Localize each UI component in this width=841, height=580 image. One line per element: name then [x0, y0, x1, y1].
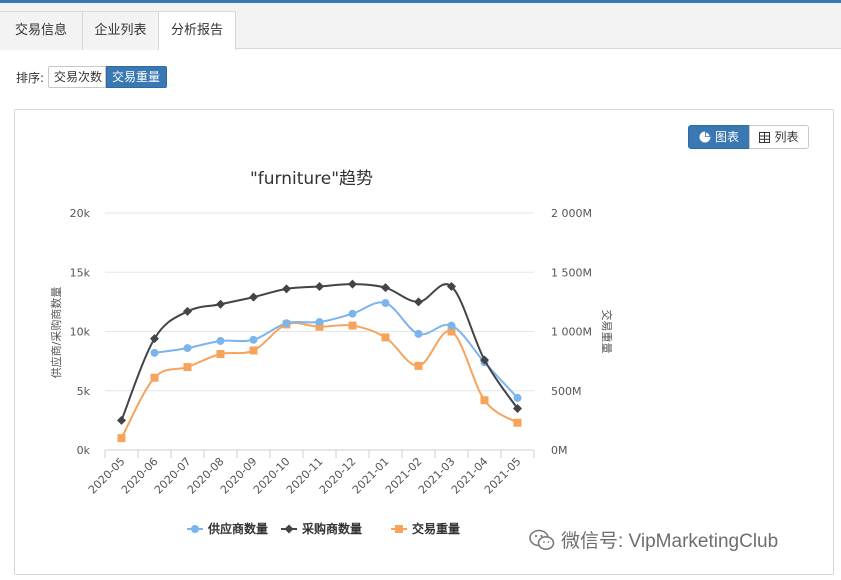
trend-chart: "furniture"趋势 0k 0M 5k 500M 10k 1 000M 15k 1 500…: [49, 169, 614, 536]
data-point: [348, 321, 357, 330]
chart-title: "furniture"趋势: [250, 169, 373, 189]
data-point: [348, 309, 357, 318]
y-left-tick-label: 20k: [70, 207, 91, 220]
data-point: [117, 434, 126, 443]
data-point: [414, 297, 423, 307]
data-point: [381, 283, 390, 293]
y-right-tick-label: 0M: [551, 444, 568, 457]
data-point: [513, 418, 522, 427]
series-line: [120, 322, 519, 439]
series-line: [120, 283, 519, 421]
y-left-tick-label: 0k: [77, 444, 91, 457]
data-point: [381, 299, 390, 308]
y-left-tick-label: 15k: [70, 266, 91, 279]
data-point: [249, 346, 258, 355]
data-point: [249, 292, 258, 302]
data-point: [216, 299, 225, 309]
y-left-axis-title: 供应商/采购商数量: [49, 287, 63, 379]
data-point: [183, 306, 192, 316]
y-right-tick-label: 500M: [551, 385, 582, 398]
data-point: [183, 363, 192, 372]
y-right-tick-label: 1 500M: [551, 266, 592, 279]
legend-label: 供应商数量: [207, 521, 268, 536]
data-point: [117, 415, 126, 425]
data-point: [414, 361, 423, 370]
data-point: [315, 281, 324, 291]
wechat-icon: [529, 529, 555, 550]
legend-label: 交易重量: [412, 521, 460, 536]
y-left-tick-label: 5k: [77, 385, 91, 398]
data-point: [282, 319, 291, 328]
watermark: 微信号: VipMarketingClub: [529, 526, 778, 553]
data-point: [447, 321, 456, 330]
data-point: [216, 350, 225, 359]
data-point: [216, 336, 225, 345]
legend-marker: [191, 525, 199, 533]
data-point: [381, 333, 390, 342]
data-point: [150, 373, 159, 382]
data-point: [348, 279, 357, 289]
watermark-text: 微信号: VipMarketingClub: [561, 531, 779, 552]
data-point: [513, 393, 522, 402]
data-point: [315, 318, 324, 327]
data-point: [414, 329, 423, 338]
data-point: [150, 348, 159, 357]
legend-marker: [395, 525, 403, 533]
y-right-axis-title: 交易重量: [600, 310, 614, 354]
x-tick-label: 2021-05: [482, 455, 524, 497]
data-point: [480, 396, 489, 405]
legend-marker: [284, 524, 294, 534]
y-right-tick-label: 2 000M: [551, 207, 592, 220]
data-point: [249, 335, 258, 344]
y-right-tick-label: 1 000M: [551, 326, 592, 339]
y-left-tick-label: 10k: [70, 326, 91, 339]
legend-label: 采购商数量: [301, 521, 362, 536]
data-point: [282, 284, 291, 294]
data-point: [183, 344, 192, 353]
